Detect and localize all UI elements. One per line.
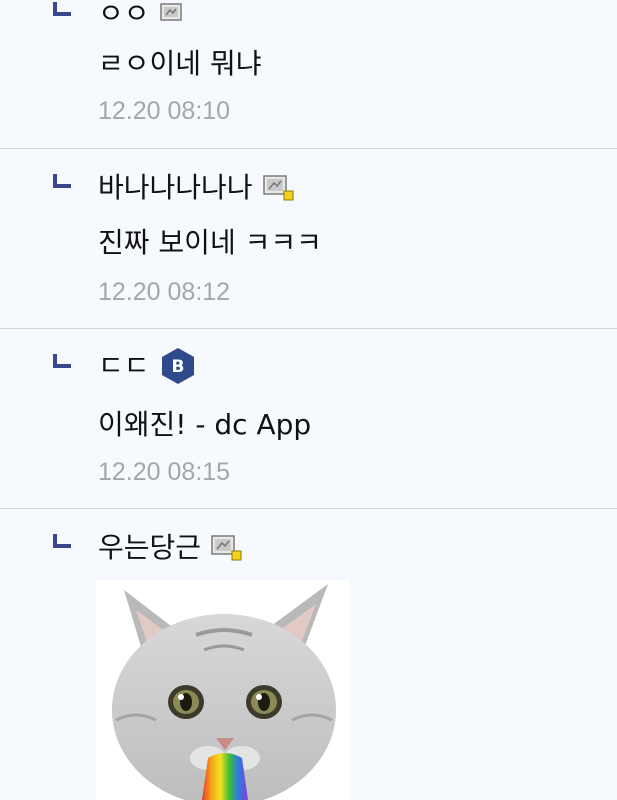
reply-arrow-icon [53,354,71,368]
author-row: ㅇㅇ [98,0,186,32]
reply-arrow-icon [53,174,71,188]
author-row: ㄷㄷ B [98,348,196,384]
reply-nickname[interactable]: 바나나나나나 [98,170,253,206]
fixed-nick-icon [159,2,186,26]
crying-rainbow-cat-icon [112,584,336,800]
author-row: 우는당근 [98,530,243,566]
reply-timestamp: 12.20 08:12 [98,278,231,306]
reply-item: ㄷㄷ B 이왜진! - dc App 12.20 08:15 [0,329,617,509]
reply-list: ㅇㅇ ㄹㅇ이네 뭐냐 12.20 08:10 바나나나나나 진짜 보이네 ㅋㅋㅋ… [0,0,617,800]
reply-item: ㅇㅇ ㄹㅇ이네 뭐냐 12.20 08:10 [0,0,617,149]
fixed-nick-icon [211,534,243,562]
reply-item: 바나나나나나 진짜 보이네 ㅋㅋㅋ 12.20 08:12 [0,149,617,329]
reply-arrow-icon [53,2,71,16]
reply-timestamp: 12.20 08:10 [98,97,231,125]
reply-arrow-icon [53,534,71,548]
reply-nickname[interactable]: 우는당근 [98,530,201,566]
reply-nickname[interactable]: ㅇㅇ [98,0,150,32]
reply-content: ㄹㅇ이네 뭐냐 [98,47,262,80]
author-row: 바나나나나나 [98,170,295,206]
fixed-nick-icon [262,174,295,202]
reply-content: 이왜진! - dc App [98,408,312,441]
b-badge-icon: B [160,347,196,385]
dccon-image[interactable] [96,580,350,800]
reply-timestamp: 12.20 08:15 [98,458,231,486]
reply-content: 진짜 보이네 ㅋㅋㅋ [98,226,322,259]
b-badge-letter: B [171,357,184,377]
reply-nickname[interactable]: ㄷㄷ [98,348,150,384]
